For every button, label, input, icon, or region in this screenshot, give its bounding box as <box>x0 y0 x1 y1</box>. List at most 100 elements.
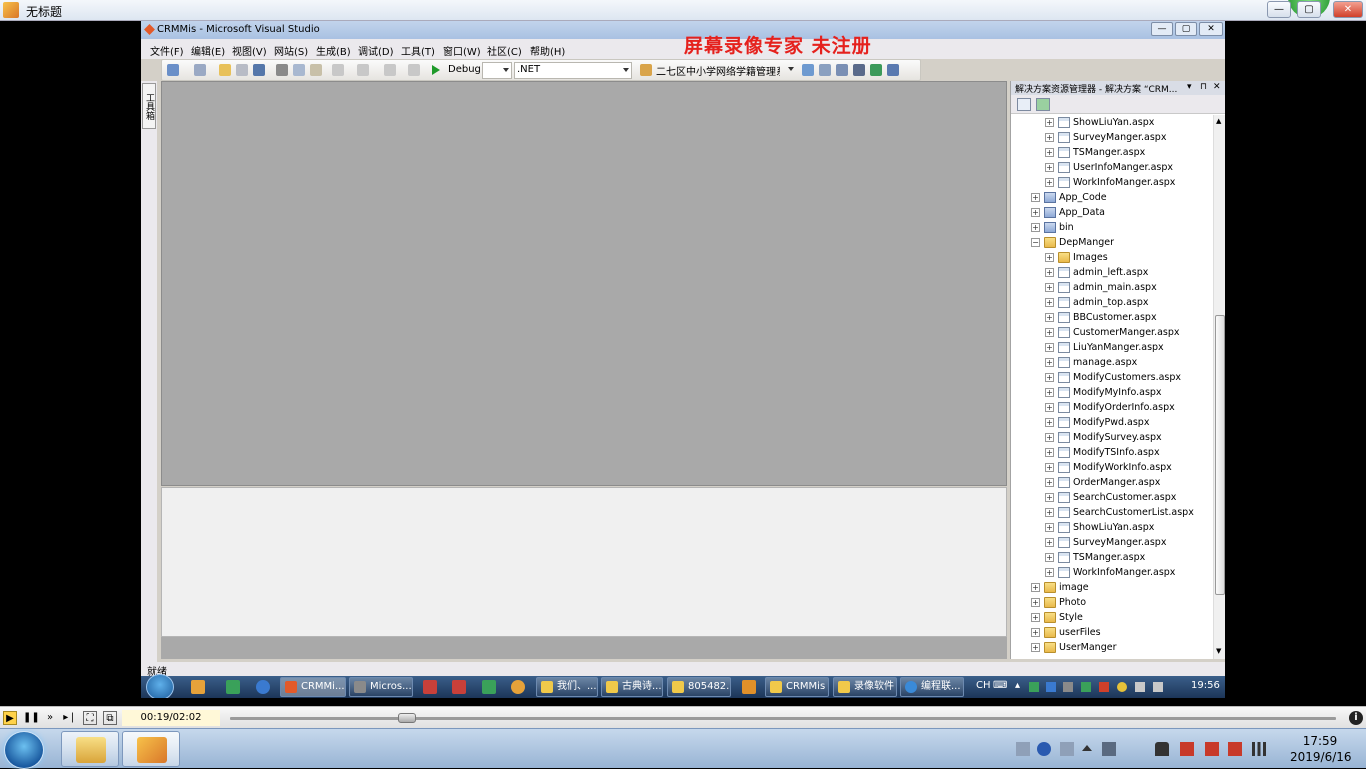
tray-icon[interactable] <box>1180 742 1194 756</box>
playback-slider-thumb[interactable] <box>397 713 416 723</box>
expand-toggle-icon[interactable]: + <box>1031 628 1040 637</box>
playback-slider[interactable] <box>230 717 1336 720</box>
task-button-folder[interactable]: 录像软件 <box>833 677 897 697</box>
vs-restore-button[interactable]: ▢ <box>1175 22 1197 36</box>
start-page-icon[interactable] <box>870 64 882 76</box>
tray-icon[interactable] <box>1099 682 1109 692</box>
expand-toggle-icon[interactable]: + <box>1045 118 1054 127</box>
scroll-down-icon[interactable]: ▼ <box>1216 647 1221 655</box>
expand-toggle-icon[interactable]: + <box>1045 133 1054 142</box>
tree-item[interactable]: + ShowLiuYan.aspx <box>1045 520 1154 535</box>
toolbox-tab[interactable]: 工具箱 <box>142 83 156 129</box>
expand-toggle-icon[interactable]: + <box>1045 418 1054 427</box>
tree-item[interactable]: + image <box>1031 580 1089 595</box>
menu-website[interactable]: 网站(S) <box>274 43 308 58</box>
tree-item[interactable]: + WorkInfoManger.aspx <box>1045 175 1175 190</box>
tree-item[interactable]: + ModifyTSInfo.aspx <box>1045 445 1160 460</box>
tree-scrollbar[interactable]: ▲ ▼ <box>1213 115 1225 659</box>
tree-item[interactable]: + ModifyOrderInfo.aspx <box>1045 400 1175 415</box>
tree-item[interactable]: + SurveyManger.aspx <box>1045 130 1166 145</box>
new-project-icon[interactable] <box>167 64 179 76</box>
tree-item[interactable]: + userFiles <box>1031 625 1101 640</box>
expand-toggle-icon[interactable]: + <box>1045 163 1054 172</box>
expand-toggle-icon[interactable]: + <box>1045 463 1054 472</box>
info-icon[interactable]: i <box>1349 711 1363 725</box>
vs-minimize-button[interactable]: — <box>1151 22 1173 36</box>
expand-toggle-icon[interactable]: + <box>1045 178 1054 187</box>
expand-toggle-icon[interactable]: + <box>1031 613 1040 622</box>
scroll-thumb[interactable] <box>1215 315 1225 595</box>
quicklaunch-icon[interactable] <box>191 680 205 694</box>
project-dropdown[interactable]: 二七区中小学网络学籍管理系统 <box>656 62 796 79</box>
properties-icon[interactable] <box>819 64 831 76</box>
navigate-forward-icon[interactable] <box>408 64 420 76</box>
recorder-taskbar-button[interactable] <box>122 731 180 767</box>
taskbar-icon[interactable] <box>742 680 756 694</box>
tray-icon[interactable] <box>1117 682 1127 692</box>
expand-toggle-icon[interactable]: + <box>1045 283 1054 292</box>
save-all-icon[interactable] <box>253 64 265 76</box>
tree-item[interactable]: + ShowLiuYan.aspx <box>1045 115 1154 130</box>
expand-toggle-icon[interactable]: + <box>1045 403 1054 412</box>
expand-toggle-icon[interactable]: + <box>1031 193 1040 202</box>
toolbox-icon[interactable] <box>853 64 865 76</box>
platform-dropdown[interactable]: .NET <box>514 62 632 79</box>
expand-toggle-icon[interactable]: − <box>1031 238 1040 247</box>
tree-item[interactable]: + Photo <box>1031 595 1086 610</box>
expand-toggle-icon[interactable]: + <box>1045 358 1054 367</box>
tree-item[interactable]: + ModifyMyInfo.aspx <box>1045 385 1162 400</box>
network-device-icon[interactable] <box>1102 742 1116 756</box>
tree-item[interactable]: + bin <box>1031 220 1074 235</box>
player-close-button[interactable]: ✕ <box>1333 1 1363 18</box>
tree-item[interactable]: + SearchCustomerList.aspx <box>1045 505 1194 520</box>
menu-tools[interactable]: 工具(T) <box>401 43 435 58</box>
host-clock[interactable]: 17:59 2019/6/16 <box>1290 733 1352 765</box>
keyboard-icon[interactable]: ⌨ <box>993 680 1007 691</box>
taskbar-icon[interactable] <box>452 680 466 694</box>
pause-icon[interactable]: ❚❚ <box>23 711 40 725</box>
explorer-taskbar-button[interactable] <box>61 731 119 767</box>
expand-toggle-icon[interactable]: + <box>1045 328 1054 337</box>
menu-file[interactable]: 文件(F) <box>150 43 184 58</box>
tree-item[interactable]: + TSManger.aspx <box>1045 145 1145 160</box>
open-file-icon[interactable] <box>219 64 231 76</box>
tree-item[interactable]: + OrderManger.aspx <box>1045 475 1160 490</box>
player-minimize-button[interactable]: — <box>1267 1 1291 18</box>
expand-toggle-icon[interactable]: + <box>1045 508 1054 517</box>
quicklaunch-icon[interactable] <box>226 680 240 694</box>
tree-item[interactable]: + UserInfoManger.aspx <box>1045 160 1173 175</box>
solution-explorer-icon[interactable] <box>802 64 814 76</box>
tree-item[interactable]: + Images <box>1045 250 1108 265</box>
expand-toggle-icon[interactable]: + <box>1045 568 1054 577</box>
chevron-down-icon[interactable]: ▾ <box>1187 82 1192 92</box>
task-button-microsoft[interactable]: Micros... <box>349 677 413 697</box>
tree-item[interactable]: + Style <box>1031 610 1083 625</box>
tree-item[interactable]: − DepManger <box>1031 235 1114 250</box>
expand-toggle-icon[interactable]: + <box>1045 388 1054 397</box>
network-error-icon[interactable] <box>1228 742 1242 756</box>
play-icon[interactable]: ▶ <box>3 711 17 725</box>
undo-icon[interactable] <box>332 64 344 76</box>
menu-help[interactable]: 帮助(H) <box>530 43 565 58</box>
config-label[interactable]: Debug <box>448 64 481 75</box>
menu-edit[interactable]: 编辑(E) <box>191 43 225 58</box>
help-icon[interactable] <box>1037 742 1051 756</box>
tree-item[interactable]: + CustomerManger.aspx <box>1045 325 1180 340</box>
expand-toggle-icon[interactable]: + <box>1045 553 1054 562</box>
show-hidden-icons-icon[interactable] <box>1082 745 1092 751</box>
expand-toggle-icon[interactable]: + <box>1045 373 1054 382</box>
command-window-icon[interactable] <box>887 64 899 76</box>
properties-icon[interactable] <box>1017 98 1031 111</box>
volume-muted-icon[interactable] <box>1205 742 1219 756</box>
task-button-folder[interactable]: 我们、... <box>536 677 598 697</box>
tree-item[interactable]: + admin_main.aspx <box>1045 280 1157 295</box>
tray-icon[interactable] <box>1046 682 1056 692</box>
tree-item[interactable]: + manage.aspx <box>1045 355 1137 370</box>
scroll-up-icon[interactable]: ▲ <box>1216 117 1221 125</box>
tree-item[interactable]: + admin_top.aspx <box>1045 295 1149 310</box>
recorded-clock[interactable]: 19:56 <box>1191 680 1220 691</box>
menu-debug[interactable]: 调试(D) <box>358 43 394 58</box>
config-dropdown[interactable] <box>482 62 512 79</box>
copy-icon[interactable] <box>293 64 305 76</box>
taskbar-icon[interactable] <box>511 680 525 694</box>
